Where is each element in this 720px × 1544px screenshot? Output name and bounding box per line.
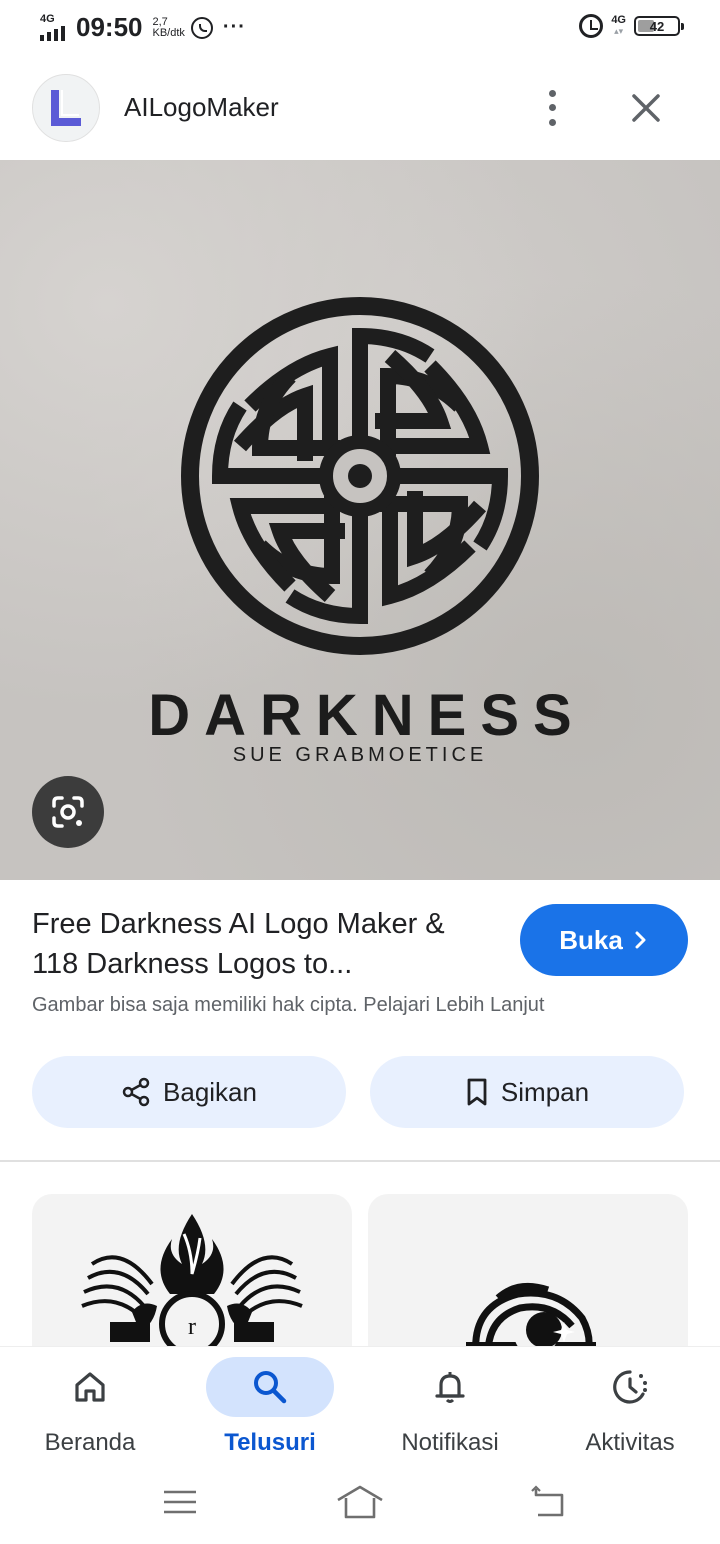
network-speed-value: 2,7 [152, 15, 168, 28]
image-logo-subtitle: SUE GRABMOETICE [232, 744, 488, 766]
lens-icon [52, 796, 84, 828]
back-system-button[interactable] [520, 1482, 576, 1522]
recent-apps-button[interactable] [152, 1482, 208, 1522]
system-navigation-bar [0, 1462, 720, 1544]
result-image[interactable]: DARKNESS SUE GRABMOETICE [0, 160, 720, 880]
whatsapp-icon [190, 16, 213, 39]
nav-item-telusuri[interactable]: Telusuri [180, 1357, 360, 1457]
share-icon [122, 1077, 150, 1107]
svg-text:r: r [188, 1314, 196, 1340]
site-logo-icon [51, 90, 81, 126]
darkness-emblem-graphic [181, 297, 539, 655]
image-logo-title: DARKNESS [148, 683, 586, 748]
network-type: 4G [40, 12, 55, 25]
bottom-navigation: Beranda Telusuri Notifikasi Aktivitas [0, 1346, 720, 1462]
home-system-button[interactable] [332, 1482, 388, 1522]
status-right: 4G ▴▾ 42 [579, 14, 684, 38]
nav-icon-wrap [206, 1357, 334, 1417]
open-button-label: Buka [559, 924, 623, 955]
back-icon [531, 1485, 564, 1517]
search-icon [254, 1371, 287, 1404]
nav-icon-wrap [26, 1357, 154, 1417]
share-button-label: Bagikan [163, 1076, 257, 1107]
cellular-signal-icon: 4G [38, 13, 72, 43]
save-button[interactable]: Simpan [370, 1056, 684, 1128]
nav-item-aktivitas[interactable]: Aktivitas [540, 1357, 720, 1457]
more-options-button[interactable] [536, 86, 568, 130]
nav-label: Beranda [44, 1429, 136, 1456]
close-icon [632, 94, 660, 122]
alarm-icon [579, 14, 604, 38]
nav-icon-wrap [566, 1357, 694, 1417]
status-left: 4G 09:50 2,7 KB/dtk ··· [38, 12, 246, 43]
close-button[interactable] [624, 86, 668, 130]
nav-label: Notifikasi [401, 1429, 499, 1456]
section-divider [0, 1160, 720, 1162]
mobile-data-type: 4G [611, 14, 626, 26]
site-logo[interactable] [32, 74, 100, 142]
open-button[interactable]: Buka [520, 904, 688, 976]
site-name[interactable]: AILogoMaker [124, 92, 279, 123]
battery-icon: 42 [634, 16, 684, 36]
nav-item-notifikasi[interactable]: Notifikasi [360, 1357, 540, 1457]
network-speed-unit: KB/dtk [152, 26, 185, 39]
nav-label: Aktivitas [585, 1429, 675, 1456]
image-viewer-header: AILogoMaker [0, 68, 720, 148]
clock: 09:50 [76, 12, 143, 42]
history-icon [613, 1370, 647, 1404]
home-outline-icon [337, 1485, 383, 1519]
more-notifications-icon: ··· [222, 16, 246, 38]
share-button[interactable]: Bagikan [32, 1056, 346, 1128]
network-speed: 2,7 KB/dtk [152, 15, 185, 39]
nav-item-beranda[interactable]: Beranda [0, 1357, 180, 1457]
nav-icon-wrap [386, 1357, 514, 1417]
lens-search-button[interactable] [32, 776, 104, 848]
battery-percent: 42 [649, 18, 665, 34]
mobile-data-indicator: 4G ▴▾ [611, 14, 626, 37]
chevron-right-icon [635, 931, 646, 949]
save-button-label: Simpan [500, 1076, 590, 1107]
menu-icon [164, 1490, 196, 1514]
bookmark-icon [467, 1078, 487, 1106]
nav-label: Telusuri [224, 1429, 316, 1456]
home-icon [75, 1372, 105, 1402]
result-title[interactable]: Free Darkness AI Logo Maker & 118 Darkne… [32, 904, 492, 984]
copyright-notice[interactable]: Gambar bisa saja memiliki hak cipta. Pel… [32, 994, 544, 1017]
status-bar: 4G 09:50 2,7 KB/dtk ··· 4G ▴▾ 42 [0, 0, 720, 60]
bell-icon [435, 1372, 465, 1403]
